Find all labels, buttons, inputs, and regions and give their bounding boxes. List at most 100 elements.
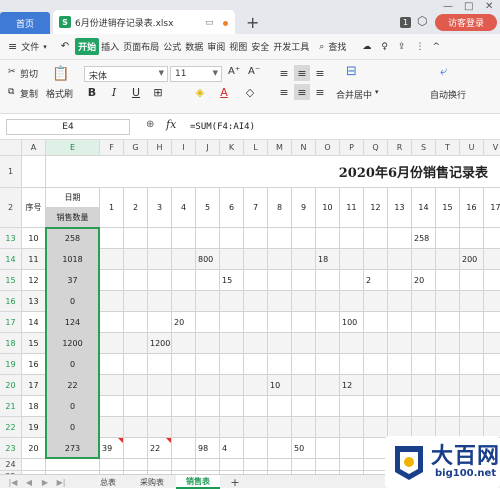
merge-center-button[interactable]: 合并居中: [336, 88, 372, 101]
cell-day-value[interactable]: [100, 354, 124, 375]
cell-day-value[interactable]: [340, 417, 364, 438]
cell-day-value[interactable]: 15: [220, 270, 244, 291]
minimize-button[interactable]: —: [443, 1, 453, 12]
cell-day-value[interactable]: [340, 459, 364, 471]
sheet-title[interactable]: 2020年6月份销售记录表: [46, 156, 500, 188]
cell-day-value[interactable]: [412, 333, 436, 354]
cell-day-value[interactable]: [340, 354, 364, 375]
cell-day-value[interactable]: [100, 249, 124, 270]
cell-day-value[interactable]: [388, 312, 412, 333]
cell-day-value[interactable]: [172, 354, 196, 375]
cell-day-value[interactable]: [172, 396, 196, 417]
cell-day-value[interactable]: [148, 228, 172, 249]
header-seq[interactable]: 序号: [22, 188, 46, 228]
column-header-E[interactable]: E: [46, 140, 100, 156]
cell-day-value[interactable]: [196, 354, 220, 375]
cell-day-value[interactable]: [388, 228, 412, 249]
cell-day-value[interactable]: [268, 312, 292, 333]
cell-day-value[interactable]: [220, 228, 244, 249]
cell-seq[interactable]: 13: [22, 291, 46, 312]
align-middle-icon[interactable]: ≡: [294, 65, 310, 81]
cell-day-value[interactable]: [220, 291, 244, 312]
cell-day-value[interactable]: [220, 312, 244, 333]
column-header-Q[interactable]: Q: [364, 140, 388, 156]
cell-day-value[interactable]: [124, 270, 148, 291]
more-icon[interactable]: ⋮: [413, 42, 426, 52]
cell-sales-total[interactable]: 124: [46, 312, 100, 333]
cell-day-value[interactable]: [196, 291, 220, 312]
cell-day-value[interactable]: [436, 312, 460, 333]
cell-seq[interactable]: 11: [22, 249, 46, 270]
column-header-T[interactable]: T: [436, 140, 460, 156]
cell-day-value[interactable]: [100, 396, 124, 417]
bold-button[interactable]: B: [84, 84, 100, 100]
cell-day-value[interactable]: [292, 417, 316, 438]
row-header-16[interactable]: 16: [0, 291, 22, 312]
cell-day-value[interactable]: [196, 312, 220, 333]
column-header-S[interactable]: S: [412, 140, 436, 156]
cell-day-value[interactable]: [172, 417, 196, 438]
cell-day-value[interactable]: [364, 291, 388, 312]
header-day-1[interactable]: 1: [100, 188, 124, 228]
cell-day-value[interactable]: [436, 375, 460, 396]
menu-tab-review[interactable]: 审阅: [205, 40, 227, 53]
cell-day-value[interactable]: [316, 291, 340, 312]
font-shrink-button[interactable]: A⁻: [248, 66, 260, 77]
cell-day-value[interactable]: [316, 438, 340, 459]
column-header-V[interactable]: V: [484, 140, 500, 156]
cell-day-value[interactable]: [268, 228, 292, 249]
fx-icon[interactable]: fx: [166, 118, 176, 131]
row-header-24[interactable]: 24: [0, 459, 22, 471]
cell-day-value[interactable]: [412, 396, 436, 417]
cell-day-value[interactable]: 18: [316, 249, 340, 270]
cell-day-value[interactable]: [412, 417, 436, 438]
menu-tab-security[interactable]: 安全: [249, 40, 271, 53]
menu-tab-insert[interactable]: 插入: [99, 40, 121, 53]
row-header-14[interactable]: 14: [0, 249, 22, 270]
cell-day-value[interactable]: [292, 249, 316, 270]
cell-day-value[interactable]: [412, 375, 436, 396]
cell-day-value[interactable]: [172, 375, 196, 396]
cell-day-value[interactable]: [196, 417, 220, 438]
cell-day-value[interactable]: [340, 228, 364, 249]
cell-day-value[interactable]: [460, 375, 484, 396]
cell-day-value[interactable]: [436, 228, 460, 249]
column-header-R[interactable]: R: [388, 140, 412, 156]
header-day-14[interactable]: 14: [412, 188, 436, 228]
cell-day-value[interactable]: [124, 417, 148, 438]
cell-day-value[interactable]: 258: [412, 228, 436, 249]
cell-day-value[interactable]: [220, 417, 244, 438]
cell-day-value[interactable]: [148, 249, 172, 270]
row-header-2[interactable]: 2: [0, 188, 22, 228]
cell-day-value[interactable]: [148, 354, 172, 375]
cell-day-value[interactable]: 200: [460, 249, 484, 270]
cell-day-value[interactable]: [316, 312, 340, 333]
spreadsheet-grid[interactable]: A E F G H I J K L M N O P Q R S T U V 1 2 13 14 15 16 17 18 19 20 21 2…: [0, 140, 500, 474]
cell-day-value[interactable]: [436, 291, 460, 312]
share-icon[interactable]: ⇪: [396, 42, 408, 52]
cell-day-value[interactable]: [148, 459, 172, 471]
cell-day-value[interactable]: [268, 396, 292, 417]
column-header-M[interactable]: M: [268, 140, 292, 156]
cell-day-value[interactable]: [388, 396, 412, 417]
cell-day-value[interactable]: 10: [268, 375, 292, 396]
cell-day-value[interactable]: [196, 228, 220, 249]
cell-day-value[interactable]: [124, 333, 148, 354]
cell-day-value[interactable]: 12: [340, 375, 364, 396]
cell-day-value[interactable]: [172, 291, 196, 312]
cell-sales-total[interactable]: 0: [46, 354, 100, 375]
column-header-K[interactable]: K: [220, 140, 244, 156]
cell-day-value[interactable]: [364, 312, 388, 333]
cell-day-value[interactable]: [292, 459, 316, 471]
cell-day-value[interactable]: 98: [196, 438, 220, 459]
menu-tab-developer[interactable]: 开发工具: [271, 40, 311, 53]
copy-button[interactable]: 复制: [20, 87, 38, 100]
column-header-H[interactable]: H: [148, 140, 172, 156]
cell-day-value[interactable]: [364, 333, 388, 354]
cell-sales-total[interactable]: 37: [46, 270, 100, 291]
cube-icon[interactable]: ⬡: [417, 14, 427, 28]
font-size-select[interactable]: 11 ▼: [170, 66, 222, 82]
cell-sales-total[interactable]: 1200: [46, 333, 100, 354]
column-header-F[interactable]: F: [100, 140, 124, 156]
cell-A1[interactable]: [22, 156, 46, 188]
